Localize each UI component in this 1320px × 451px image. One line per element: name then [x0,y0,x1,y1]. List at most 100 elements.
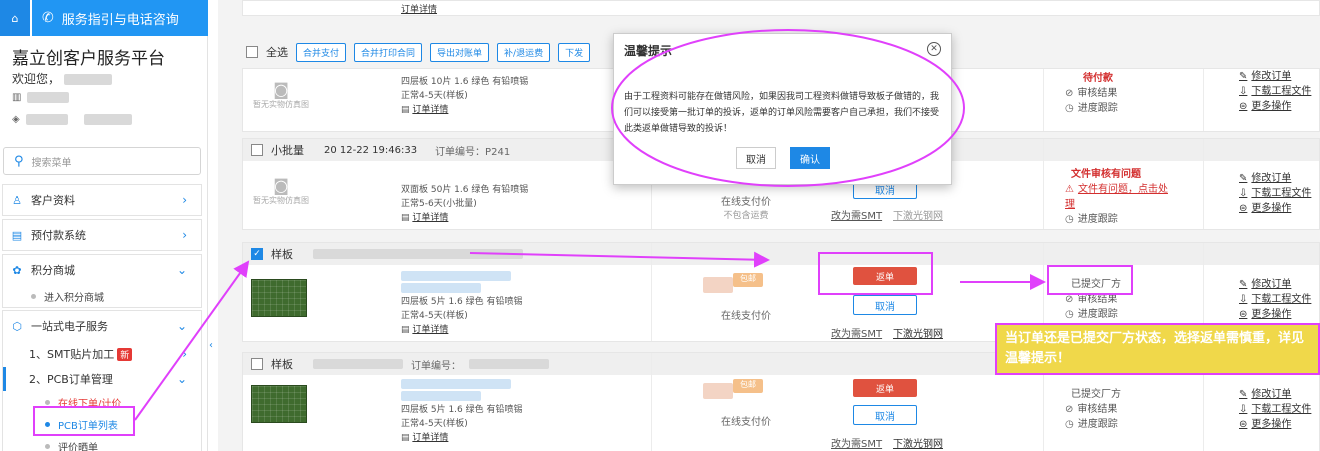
file-problem-link[interactable]: ⚠ 文件有问题，点击处理 [1065,182,1175,212]
edit-order-link[interactable]: ✎ 修改订单 [1239,69,1311,84]
edit-order-link[interactable]: ✎ 修改订单 [1239,387,1311,402]
progress-link[interactable]: ◷ 进度跟踪 [1065,417,1175,432]
bullet-icon [45,399,50,405]
order-time: 20 12-22 19:46:33 [324,144,418,156]
spec-line: 正常4-5天(样板) [401,311,468,321]
order-detail-link[interactable]: ▤ 订单详情 [401,323,522,337]
order-checkbox-checked[interactable]: ✓ [251,248,263,260]
laser-stencil-link[interactable]: 下激光钢网 [893,207,943,222]
submenu-enter-points-mall[interactable]: 进入积分商城 [3,285,201,307]
status-text: 待付款 [1083,73,1113,84]
order-ops: ✎ 修改订单 ⇩ 下载工程文件 ⊜ 更多操作 [1239,387,1311,432]
payment-info: 在线支付价 [691,307,801,322]
phone-blurred [83,114,132,125]
menu-search-placeholder: 搜索菜单 [31,157,72,169]
download-file-link[interactable]: ⇩ 下载工程文件 [1239,402,1311,417]
order-detail-link[interactable]: ▤ 订单详情 [401,103,528,117]
progress-link[interactable]: ◷ 进度跟踪 [1065,212,1175,227]
username-blurred [63,74,112,85]
order-checkbox[interactable] [251,144,263,156]
laser-stencil-link[interactable]: 下激光钢网 [893,435,943,450]
merge-print-contract-button[interactable]: 合并打印合同 [354,42,423,62]
order-name-blurred [401,391,481,401]
select-all-checkbox[interactable] [246,46,258,58]
menu-label: 2、PCB订单管理 [29,373,113,386]
spec-line: 正常5-6天(小批量) [401,199,477,209]
gift-icon: ✿ [12,263,22,277]
order-info-blurred [313,249,523,259]
return-order-button[interactable]: 返单 [853,379,917,397]
order-number: 订单编号：P241 [435,146,511,158]
order-detail-link[interactable]: ▤ 订单详情 [401,211,528,225]
progress-link[interactable]: ◷ 进度跟踪 [1065,101,1175,116]
issue-button[interactable]: 下发 [558,42,591,62]
change-smt-link[interactable]: 改为需SMT [831,435,882,450]
edit-order-link[interactable]: ✎ 修改订单 [1239,277,1311,292]
more-icon: ⊜ [1239,203,1248,214]
order-ops: ✎ 修改订单 ⇩ 下载工程文件 ⊜ 更多操作 [1239,69,1311,114]
order-ops: ✎ 修改订单 ⇩ 下载工程文件 ⊜ 更多操作 [1239,171,1311,216]
order-detail-link[interactable]: ▤ 订单详情 [401,431,522,445]
order-name-blurred [401,271,511,281]
sidebar: ⌂ ✆ 服务指引与电话咨询 嘉立创客户服务平台 欢迎您， ▥ ◈ ⚲ 搜索菜单 … [0,0,208,451]
dialog-confirm-button[interactable]: 确认 [790,147,830,169]
more-icon: ⊜ [1239,419,1248,430]
laser-stencil-link[interactable]: 下激光钢网 [893,325,943,340]
spec-line: 正常4-5天(样板) [401,419,468,429]
download-file-link[interactable]: ⇩ 下载工程文件 [1239,292,1311,307]
change-smt-link[interactable]: 改为需SMT [831,325,882,340]
menu-smt[interactable]: 1、SMT贴片加工 新 › [3,341,201,367]
order-checkbox[interactable] [251,358,263,370]
service-guide-button[interactable]: ✆ 服务指引与电话咨询 [32,0,208,36]
download-icon: ⇩ [1239,404,1248,415]
pencil-icon: ✎ [1239,71,1248,82]
home-button[interactable]: ⌂ [0,0,30,36]
dialog-title: 温馨提示 [624,44,673,58]
submenu-review[interactable]: 评价晒单 [3,435,201,451]
edit-order-link[interactable]: ✎ 修改订单 [1239,171,1311,186]
highlight-return-button [818,252,933,295]
merge-pay-button[interactable]: 合并支付 [296,42,347,62]
dialog-cancel-button[interactable]: 取消 [736,147,776,169]
progress-link[interactable]: ◷ 进度跟踪 [1065,307,1175,322]
pay-label: 在线支付价 [721,311,771,322]
pcb-image [251,385,307,423]
camera-icon: ◙ [273,80,289,99]
sidebar-collapse-handle[interactable]: ‹ [205,338,217,352]
menu-prepay-system[interactable]: ▤ 预付款系统 › [2,219,202,251]
location-row: ◈ [12,114,132,125]
payment-info: 在线支付价 不包含运费 [691,193,801,221]
menu-search-input[interactable]: ⚲ 搜索菜单 [3,147,201,175]
pencil-icon: ✎ [1239,389,1248,400]
close-icon[interactable]: ✕ [927,42,941,56]
menu-pcb-order[interactable]: 2、PCB订单管理 ⌄ [3,367,201,391]
more-ops-link[interactable]: ⊜ 更多操作 [1239,417,1311,432]
download-file-link[interactable]: ⇩ 下载工程文件 [1239,84,1311,99]
chevron-right-icon: › [182,347,187,361]
menu-row-points[interactable]: ✿ 积分商城 ⌄ [3,255,201,285]
order-spec: 双面板 50片 1.6 绿色 有铅喷锡 正常5-6天(小批量) ▤ 订单详情 [401,183,528,225]
check-circle-icon: ⊘ [1065,404,1074,415]
menu-row-one-stop[interactable]: ⬡ 一站式电子服务 ⌄ [3,311,201,341]
cancel-order-button[interactable]: 取消 [853,405,917,425]
audit-result-link[interactable]: ⊘ 审核结果 [1065,402,1175,417]
location-blurred [25,114,68,125]
more-ops-link[interactable]: ⊜ 更多操作 [1239,201,1311,216]
cancel-order-button[interactable]: 取消 [853,295,917,315]
submenu-label: 评价晒单 [58,442,98,451]
menu-customer-info[interactable]: ♙ 客户资料 › [2,184,202,216]
order-header: ✓ 样板 [243,243,1319,265]
chevron-right-icon: › [182,193,187,207]
export-statement-button[interactable]: 导出对账单 [430,42,490,62]
refund-freight-button[interactable]: 补/退运费 [497,42,551,62]
order-status: 文件审核有问题 ⚠ 文件有问题，点击处理 ◷ 进度跟踪 [1065,167,1175,227]
audit-result-link[interactable]: ⊘ 审核结果 [1065,86,1175,101]
check-circle-icon: ⊘ [1065,294,1074,305]
order-detail-link[interactable]: 订单详情 [401,3,437,17]
download-file-link[interactable]: ⇩ 下载工程文件 [1239,186,1311,201]
more-ops-link[interactable]: ⊜ 更多操作 [1239,99,1311,114]
topbar: ⌂ ✆ 服务指引与电话咨询 [0,0,208,36]
more-ops-link[interactable]: ⊜ 更多操作 [1239,307,1311,322]
change-smt-link[interactable]: 改为需SMT [831,207,882,222]
user-icon: ♙ [12,193,22,207]
